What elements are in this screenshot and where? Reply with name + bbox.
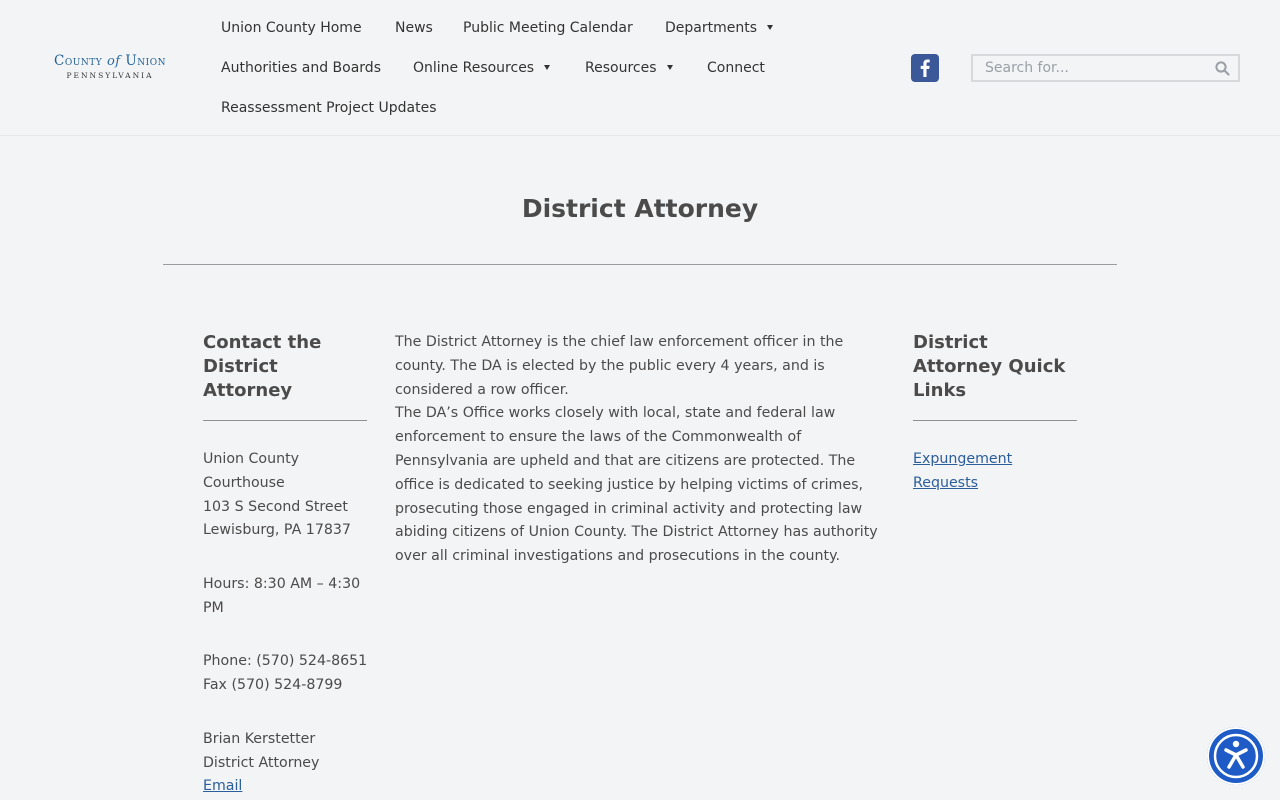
contact-info: Union County Courthouse 103 S Second Str…: [203, 448, 369, 799]
fax-number: Fax (570) 524-8799: [203, 677, 343, 694]
contact-divider: [203, 420, 367, 421]
address-line: 103 S Second Street: [203, 498, 348, 515]
nav-label: Online Resources: [413, 60, 535, 76]
logo-wordmark: County of Union: [40, 52, 180, 71]
nav-label: Resources: [585, 60, 657, 76]
county-logo[interactable]: County of Union PENNSYLVANIA: [40, 52, 180, 84]
nav-item-online-resources[interactable]: Online Resources: [413, 58, 551, 78]
nav-label: Departments: [665, 20, 758, 36]
da-name: Brian Kerstetter: [203, 730, 316, 747]
facebook-icon: [920, 59, 930, 77]
search-icon: [1214, 60, 1230, 76]
quick-links-heading: District Attorney Quick Links: [913, 332, 1066, 401]
main-content: The District Attorney is the chief law e…: [395, 331, 885, 569]
search-input[interactable]: [973, 56, 1206, 80]
search-button[interactable]: [1206, 56, 1238, 80]
nav-item-union-county-home[interactable]: Union County Home: [221, 18, 362, 38]
nav-item-connect[interactable]: Connect: [707, 58, 765, 78]
page-title: District Attorney: [521, 194, 759, 223]
email-link[interactable]: Email: [203, 778, 242, 794]
address-line: Union County Courthouse: [203, 451, 300, 491]
contact-heading: Contact the District Attorney: [203, 332, 322, 401]
quick-links-divider: [913, 420, 1077, 421]
nav-label: Public Meeting Calendar: [463, 20, 633, 36]
accessibility-button[interactable]: [1207, 727, 1265, 785]
da-title: District Attorney: [203, 754, 320, 771]
accessibility-icon: [1213, 733, 1259, 779]
nav-item-departments[interactable]: Departments: [665, 18, 774, 38]
nav-item-public-meeting-calendar[interactable]: Public Meeting Calendar: [463, 18, 633, 38]
logo-county-text: County: [54, 53, 103, 69]
nav-item-authorities-and-boards[interactable]: Authorities and Boards: [221, 58, 381, 78]
nav-label: Connect: [707, 60, 765, 76]
title-divider: [163, 264, 1117, 265]
logo-state-text: PENNSYLVANIA: [66, 71, 154, 80]
intro-paragraph: The District Attorney is the chief law e…: [395, 334, 844, 398]
nav-item-resources[interactable]: Resources: [585, 58, 673, 78]
caret-down-icon: [767, 24, 774, 30]
facebook-button[interactable]: [911, 54, 939, 82]
nav-label: News: [395, 20, 433, 36]
logo-of-text: of: [106, 54, 121, 69]
nav-label: Reassessment Project Updates: [221, 100, 437, 116]
quick-links-list: Expungement Requests: [913, 448, 1063, 496]
phone-number: Phone: (570) 524-8651: [203, 653, 368, 670]
caret-down-icon: [666, 64, 673, 70]
caret-down-icon: [544, 64, 551, 70]
expungement-requests-link[interactable]: Expungement Requests: [913, 451, 1012, 491]
search-box: [971, 54, 1240, 82]
office-hours: Hours: 8:30 AM – 4:30 PM: [203, 575, 361, 616]
address-line: Lewisburg, PA 17837: [203, 522, 351, 539]
nav-item-news[interactable]: News: [395, 18, 433, 38]
logo-union-text: Union: [125, 53, 166, 69]
nav-label: Union County Home: [221, 20, 362, 36]
office-paragraph: The DA’s Office works closely with local…: [395, 405, 878, 565]
nav-item-reassessment-project-updates[interactable]: Reassessment Project Updates: [221, 98, 437, 118]
site-header: County of Union PENNSYLVANIA Union Count…: [0, 0, 1280, 136]
nav-label: Authorities and Boards: [221, 60, 381, 76]
